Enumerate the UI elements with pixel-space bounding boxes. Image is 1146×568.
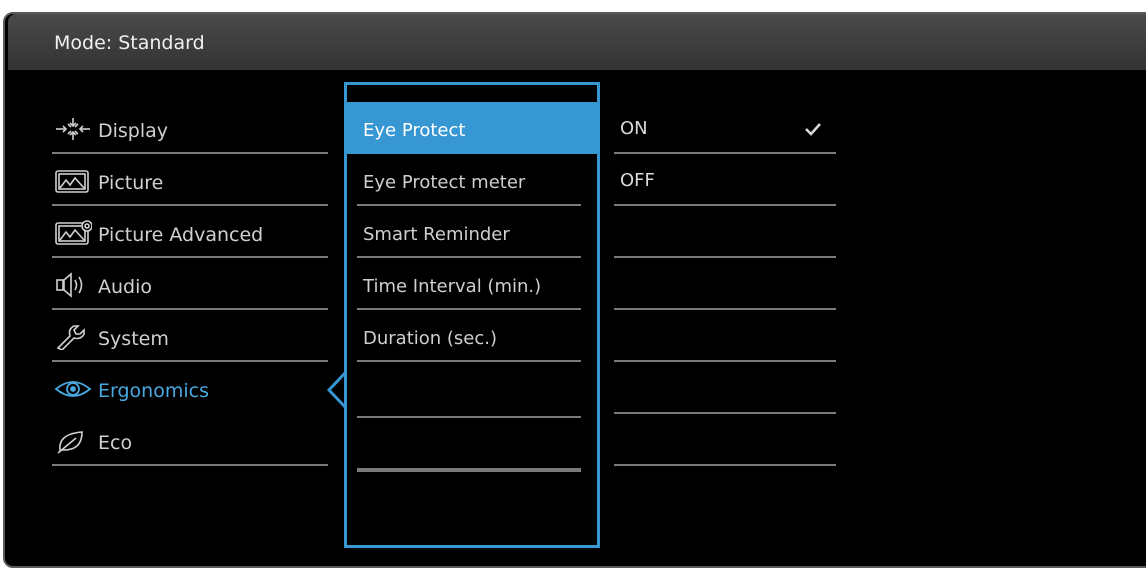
menu-label: Ergonomics: [98, 380, 209, 402]
submenu-label: Eye Protect meter: [363, 172, 526, 193]
option-empty: [614, 258, 836, 310]
option-empty: [614, 414, 836, 466]
menu-item-audio[interactable]: Audio: [52, 258, 328, 310]
submenu-label: Smart Reminder: [363, 224, 510, 245]
submenu-item-empty: [357, 420, 581, 472]
submenu-item-eye-protect-meter[interactable]: Eye Protect meter: [357, 154, 581, 206]
option-label: ON: [620, 118, 648, 139]
submenu-item-smart-reminder[interactable]: Smart Reminder: [357, 206, 581, 258]
wrench-icon: [56, 325, 85, 350]
submenu-label: Duration (sec.): [363, 328, 498, 349]
menu-item-picture-advanced[interactable]: Picture Advanced: [52, 206, 328, 258]
mode-label: Mode: Standard: [54, 32, 205, 54]
menu-label: Picture Advanced: [98, 224, 264, 246]
submenu-item-time-interval[interactable]: Time Interval (min.): [357, 258, 581, 310]
option-off[interactable]: OFF: [614, 154, 836, 206]
checkmark-icon: [805, 123, 821, 136]
option-on[interactable]: ON: [614, 102, 836, 154]
menu-label: Display: [98, 120, 169, 142]
menu-label: Eco: [98, 432, 133, 454]
display-arrows-icon: [56, 118, 90, 140]
picture-advanced-icon: [55, 220, 92, 245]
submenu-item-eye-protect[interactable]: Eye Protect: [346, 102, 598, 154]
submenu-item-empty: [357, 366, 581, 418]
submenu-label: Eye Protect: [363, 120, 466, 141]
option-label: OFF: [620, 170, 655, 191]
option-empty: [614, 206, 836, 258]
menu-item-display[interactable]: Display: [52, 102, 328, 154]
leaf-icon: [57, 431, 83, 454]
menu-label: Audio: [98, 276, 153, 298]
option-empty: [614, 362, 836, 414]
menu-item-eco[interactable]: Eco: [52, 414, 328, 466]
option-empty: [614, 310, 836, 362]
submenu-item-duration[interactable]: Duration (sec.): [357, 310, 581, 362]
eye-icon: [54, 381, 92, 397]
menu-item-ergonomics[interactable]: Ergonomics: [52, 362, 328, 414]
picture-icon: [55, 170, 89, 193]
menu-label: Picture: [98, 172, 164, 194]
speaker-icon: [56, 272, 83, 298]
menu-item-system[interactable]: System: [52, 310, 328, 362]
menu-label: System: [98, 328, 169, 350]
menu-item-picture[interactable]: Picture: [52, 154, 328, 206]
osd-header: Mode: Standard: [8, 14, 1146, 70]
submenu-label: Time Interval (min.): [363, 276, 542, 297]
